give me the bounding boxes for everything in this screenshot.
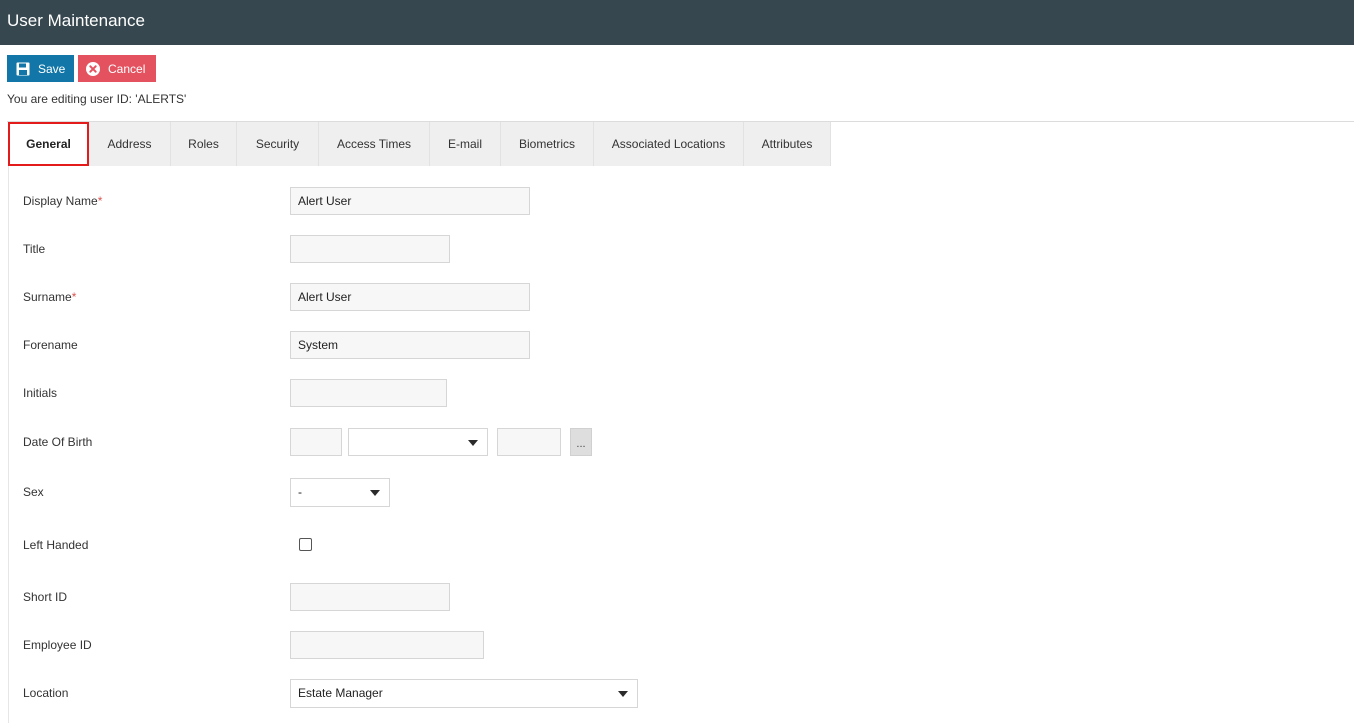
tab-biometrics[interactable]: Biometrics [501, 122, 594, 166]
dob-year-field[interactable] [497, 428, 561, 456]
content-panel-border [8, 166, 9, 723]
location-value: Estate Manager [298, 686, 383, 700]
cancel-button-label: Cancel [108, 61, 146, 76]
required-mark: * [97, 194, 103, 208]
display-name-label: Display Name* [23, 194, 103, 208]
location-label: Location [23, 686, 69, 700]
sex-label: Sex [23, 485, 44, 499]
location-select[interactable]: Estate Manager [290, 679, 638, 708]
floppy-disk-icon [16, 62, 30, 76]
employee-id-label: Employee ID [23, 638, 92, 652]
left-handed-label: Left Handed [23, 538, 89, 552]
display-name-field[interactable]: Alert User [290, 187, 530, 215]
tab-access-times[interactable]: Access Times [319, 122, 430, 166]
short-id-field[interactable] [290, 583, 450, 611]
date-picker-button[interactable]: ... [570, 428, 592, 456]
cancel-button[interactable]: Cancel [78, 55, 156, 82]
surname-label: Surname* [23, 290, 77, 304]
tab-general[interactable]: General [8, 122, 89, 166]
surname-field[interactable]: Alert User [290, 283, 530, 311]
date-of-birth-label: Date Of Birth [23, 435, 93, 449]
sex-value: - [298, 485, 302, 499]
title-field[interactable] [290, 235, 450, 263]
initials-field[interactable] [290, 379, 447, 407]
short-id-label: Short ID [23, 590, 68, 604]
dob-month-select[interactable] [348, 428, 488, 456]
forename-field[interactable]: System [290, 331, 530, 359]
close-circle-icon [86, 61, 100, 76]
tab-attributes[interactable]: Attributes [744, 122, 831, 166]
editing-user-note: You are editing user ID: 'ALERTS' [7, 92, 187, 106]
window-title: User Maintenance [0, 0, 1354, 45]
tab-roles[interactable]: Roles [171, 122, 237, 166]
dob-day-field[interactable] [290, 428, 342, 456]
tab-bar: General Address Roles Security Access Ti… [8, 122, 831, 166]
sex-select[interactable]: - [290, 478, 390, 507]
tab-associated-locations[interactable]: Associated Locations [594, 122, 744, 166]
tab-email[interactable]: E-mail [430, 122, 501, 166]
tab-security[interactable]: Security [237, 122, 319, 166]
forename-label: Forename [23, 338, 78, 352]
chevron-down-icon [618, 691, 628, 697]
chevron-down-icon [370, 490, 380, 496]
title-label: Title [23, 242, 46, 256]
save-button[interactable]: Save [7, 55, 74, 82]
save-button-label: Save [38, 61, 66, 76]
tab-address[interactable]: Address [89, 122, 171, 166]
chevron-down-icon [468, 440, 478, 446]
left-handed-checkbox[interactable] [299, 538, 312, 551]
initials-label: Initials [23, 386, 58, 400]
required-mark: * [71, 290, 77, 304]
employee-id-field[interactable] [290, 631, 484, 659]
